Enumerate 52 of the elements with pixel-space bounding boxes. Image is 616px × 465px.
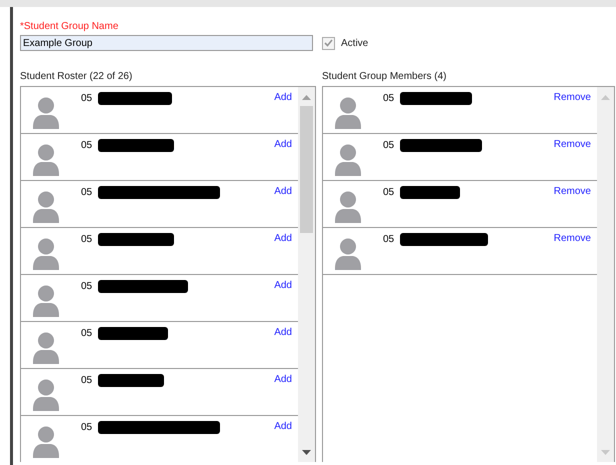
redaction-mark: [400, 186, 460, 199]
grade-label: 05: [81, 139, 92, 152]
grade-label: 05: [383, 233, 394, 246]
active-checkbox[interactable]: [322, 36, 335, 50]
grade-label: 05: [81, 92, 92, 105]
person-avatar-icon: [335, 97, 361, 129]
group-name-input[interactable]: Example Group: [20, 35, 313, 51]
panel-title: Student Group Members (4): [322, 70, 448, 83]
person-avatar-icon: [33, 426, 59, 458]
grade-label: 05: [81, 327, 92, 340]
person-avatar-icon: [33, 332, 59, 364]
add-link[interactable]: Add: [274, 185, 292, 198]
grade-label: 05: [81, 186, 92, 199]
add-link[interactable]: Add: [274, 420, 292, 433]
person-avatar-icon: [33, 379, 59, 411]
person-avatar-icon: [335, 144, 361, 176]
remove-link[interactable]: Remove: [554, 232, 591, 245]
person-avatar-icon: [33, 285, 59, 317]
panel-title: Student Roster (22 of 26): [20, 70, 134, 83]
person-avatar-icon: [335, 191, 361, 223]
add-link[interactable]: Add: [274, 91, 292, 104]
add-link[interactable]: Add: [274, 232, 292, 245]
remove-link[interactable]: Remove: [554, 91, 591, 104]
remove-link[interactable]: Remove: [554, 138, 591, 151]
add-link[interactable]: Add: [274, 279, 292, 292]
redaction-mark: [98, 374, 164, 387]
scrollbar[interactable]: [597, 87, 614, 462]
grade-label: 05: [383, 186, 394, 199]
person-avatar-icon: [335, 238, 361, 270]
redaction-mark: [98, 327, 168, 340]
checkbox-label: Active: [341, 36, 368, 50]
person-avatar-icon: [33, 97, 59, 129]
grade-label: 05: [81, 421, 92, 434]
person-avatar-icon: [33, 191, 59, 223]
scroll-up-arrow-icon[interactable]: [601, 95, 610, 100]
scroll-down-arrow-icon[interactable]: [302, 450, 311, 455]
grade-label: 05: [81, 233, 92, 246]
person-avatar-icon: [33, 238, 59, 270]
add-link[interactable]: Add: [274, 138, 292, 151]
scroll-thumb[interactable]: [300, 106, 313, 233]
add-link[interactable]: Add: [274, 326, 292, 339]
checkmark-icon: [324, 39, 333, 47]
remove-link[interactable]: Remove: [554, 185, 591, 198]
field-label: *Student Group Name: [20, 20, 120, 33]
scroll-up-arrow-icon[interactable]: [302, 95, 311, 100]
scrollbar[interactable]: [298, 87, 315, 462]
grade-label: 05: [383, 139, 394, 152]
grade-label: 05: [81, 280, 92, 293]
grade-label: 05: [383, 92, 394, 105]
person-avatar-icon: [33, 144, 59, 176]
add-link[interactable]: Add: [274, 373, 292, 386]
grade-label: 05: [81, 374, 92, 387]
